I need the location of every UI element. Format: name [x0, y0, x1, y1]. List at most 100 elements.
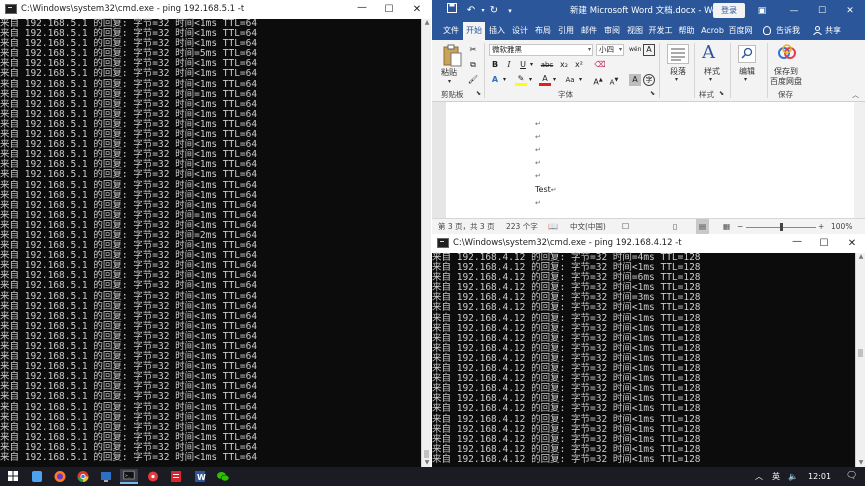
- page-count[interactable]: 第 3 页，共 3 页: [438, 219, 495, 234]
- firefox-icon[interactable]: [51, 469, 69, 484]
- ribbon-tab[interactable]: 视图: [624, 22, 646, 40]
- save-to-baidu-label-2[interactable]: 百度网盘: [770, 76, 802, 87]
- cmd-window-right[interactable]: C:\Windows\system32\cmd.exe - ping 192.1…: [432, 234, 865, 467]
- strikethrough-button[interactable]: abc: [539, 59, 555, 71]
- minimize-button[interactable]: —: [783, 234, 811, 253]
- find-icon[interactable]: [738, 45, 756, 63]
- ribbon-tab[interactable]: 布局: [532, 22, 554, 40]
- styles-icon[interactable]: A: [702, 42, 715, 63]
- clear-formatting-icon[interactable]: ⌫: [594, 59, 606, 71]
- pdf-app-icon[interactable]: [167, 469, 185, 484]
- text-effects-dropdown-icon[interactable]: ▾: [501, 74, 508, 86]
- ribbon-display-icon[interactable]: ▣: [750, 0, 774, 22]
- grow-font-icon[interactable]: A▲: [592, 74, 604, 87]
- subscript-button[interactable]: x₂: [558, 59, 570, 71]
- close-button[interactable]: ✕: [838, 0, 862, 22]
- paste-icon[interactable]: [442, 44, 462, 68]
- zoom-in-button[interactable]: +: [818, 219, 824, 234]
- character-border-icon[interactable]: A: [643, 44, 655, 56]
- document-text[interactable]: Test↵: [535, 185, 557, 194]
- styles-launcher-icon[interactable]: ⬊: [719, 90, 724, 97]
- scroll-up-icon[interactable]: ▲: [856, 253, 865, 261]
- zoom-level[interactable]: 100%: [831, 219, 852, 234]
- share-button[interactable]: 共享: [825, 22, 841, 40]
- font-color-icon[interactable]: A: [539, 74, 551, 86]
- word-count[interactable]: 223 个字: [506, 219, 538, 234]
- cmd-window-left[interactable]: C:\Windows\system32\cmd.exe - ping 192.1…: [0, 0, 431, 467]
- paste-label[interactable]: 粘贴: [441, 67, 457, 78]
- ribbon-tab[interactable]: 文件: [440, 22, 462, 40]
- maximize-button[interactable]: ☐: [375, 0, 403, 19]
- ribbon-tab[interactable]: 帮助: [675, 22, 698, 40]
- proofing-icon[interactable]: 📖: [548, 219, 558, 234]
- ribbon-tab[interactable]: 百度网: [727, 22, 754, 40]
- maximize-button[interactable]: ☐: [810, 234, 838, 253]
- text-effects-icon[interactable]: A: [489, 74, 501, 86]
- tell-me-box[interactable]: 告诉我: [776, 22, 800, 40]
- ime-indicator[interactable]: 英: [772, 467, 780, 486]
- track-changes-icon[interactable]: ☐: [622, 219, 629, 234]
- taskbar-clock[interactable]: 12:01: [808, 467, 831, 486]
- scroll-down-icon[interactable]: ▼: [856, 459, 865, 467]
- collapse-ribbon-icon[interactable]: ︿: [852, 90, 859, 100]
- copy-icon[interactable]: ⧉: [467, 59, 479, 71]
- print-layout-icon[interactable]: ▤: [696, 219, 710, 234]
- app-icon-1[interactable]: [28, 469, 46, 484]
- wechat-icon[interactable]: [214, 469, 232, 484]
- font-launcher-icon[interactable]: ⬊: [650, 90, 655, 97]
- format-painter-icon[interactable]: 🖌: [467, 74, 479, 86]
- phonetic-guide-icon[interactable]: wén: [629, 44, 641, 56]
- shrink-font-icon[interactable]: A▼: [608, 74, 620, 86]
- paragraph-dropdown-icon[interactable]: ▾: [675, 76, 678, 83]
- word-titlebar[interactable]: ↶ ▾ ↻ ▾ 新建 Microsoft Word 文档.docx - Word…: [432, 0, 865, 22]
- close-button[interactable]: ✕: [838, 234, 865, 253]
- cmd-right-titlebar[interactable]: C:\Windows\system32\cmd.exe - ping 192.1…: [432, 234, 865, 253]
- word-taskbar-icon[interactable]: W: [191, 469, 209, 484]
- scrollbar-right[interactable]: ▲ ▼: [855, 253, 865, 467]
- scrollbar-left[interactable]: ▲ ▼: [421, 19, 431, 467]
- scroll-thumb[interactable]: [858, 349, 863, 357]
- scroll-thumb[interactable]: [424, 450, 429, 458]
- underline-dropdown-icon[interactable]: ▾: [528, 59, 535, 71]
- styles-dropdown-icon[interactable]: ▾: [709, 76, 712, 83]
- read-mode-icon[interactable]: ▯: [673, 219, 677, 234]
- font-color-dropdown-icon[interactable]: ▾: [551, 74, 558, 86]
- font-size-dropdown[interactable]: 小四 ▾: [596, 44, 624, 56]
- scroll-down-icon[interactable]: ▼: [422, 459, 431, 467]
- tray-chevron-icon[interactable]: ︿: [755, 467, 763, 486]
- change-case-dropdown-icon[interactable]: ▾: [577, 74, 584, 86]
- baidu-netdisk-icon[interactable]: [777, 44, 797, 62]
- superscript-button[interactable]: x²: [573, 59, 585, 71]
- web-layout-icon[interactable]: ▦: [723, 219, 730, 234]
- ribbon-tab[interactable]: 开始: [463, 22, 485, 40]
- media-app-icon[interactable]: [144, 469, 162, 484]
- zoom-out-button[interactable]: −: [737, 219, 743, 234]
- character-shading-icon[interactable]: A: [629, 74, 641, 86]
- ribbon-tab[interactable]: 引用: [555, 22, 577, 40]
- minimize-button[interactable]: —: [782, 0, 806, 22]
- ribbon-tab[interactable]: 开发工: [647, 22, 674, 40]
- redo-icon[interactable]: ↻: [486, 3, 502, 19]
- clipboard-launcher-icon[interactable]: ⬊: [476, 90, 481, 97]
- paragraph-icon[interactable]: [667, 44, 689, 64]
- document-page[interactable]: ↵ ↵ ↵ ↵ ↵ Test↵ ↵: [446, 102, 854, 218]
- editing-dropdown-icon[interactable]: ▾: [744, 76, 747, 83]
- ribbon-tab[interactable]: 审阅: [601, 22, 623, 40]
- word-window[interactable]: ↶ ▾ ↻ ▾ 新建 Microsoft Word 文档.docx - Word…: [432, 0, 865, 234]
- scroll-up-icon[interactable]: ▲: [422, 19, 431, 27]
- bold-button[interactable]: B: [489, 59, 501, 71]
- network-app-icon[interactable]: [97, 469, 115, 484]
- save-icon[interactable]: [444, 3, 460, 19]
- highlight-dropdown-icon[interactable]: ▾: [527, 74, 534, 86]
- language-indicator[interactable]: 中文(中国): [570, 219, 606, 234]
- notification-icon[interactable]: 🗨: [846, 467, 857, 486]
- change-case-icon[interactable]: Aa: [562, 74, 578, 86]
- highlight-icon[interactable]: ✎: [515, 74, 527, 86]
- document-scrollbar[interactable]: [854, 102, 865, 218]
- zoom-slider-thumb[interactable]: [780, 223, 783, 231]
- windows-start-icon[interactable]: [4, 469, 22, 484]
- volume-icon[interactable]: 🔈: [788, 467, 798, 486]
- customize-toolbar-icon[interactable]: ▾: [502, 3, 518, 19]
- document-area[interactable]: ↵ ↵ ↵ ↵ ↵ Test↵ ↵: [432, 102, 865, 218]
- maximize-button[interactable]: ☐: [810, 0, 834, 22]
